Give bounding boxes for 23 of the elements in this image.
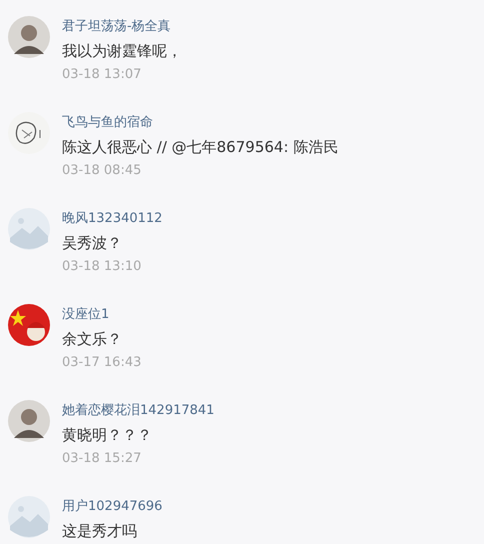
comment-text: 余文乐？ — [62, 329, 122, 350]
comment-time: 03-17 16:43 — [62, 354, 142, 372]
comment-time: 03-18 13:10 — [62, 258, 142, 276]
landscape-avatar-icon — [8, 208, 50, 250]
flag-avatar-icon — [8, 304, 50, 346]
sketch-avatar-icon — [8, 112, 50, 154]
user-name-link[interactable]: 君子坦荡荡-杨全真 — [62, 17, 171, 37]
comment-time: 03-18 15:27 — [62, 450, 142, 468]
comment-time: 03-18 13:07 — [62, 66, 142, 84]
comment-text: 这是秀才吗 — [62, 521, 137, 542]
comment-text: 我以为谢霆锋呢， — [62, 41, 182, 62]
comment-time: 03-18 08:45 — [62, 162, 142, 180]
comment-text: 吴秀波？ — [62, 233, 122, 254]
user-name-link[interactable]: 她着恋樱花泪142917841 — [62, 401, 214, 421]
user-name-link[interactable]: 没座位1 — [62, 305, 110, 325]
landscape-avatar-icon — [8, 496, 50, 538]
comment-text: 黄晓明？？？ — [62, 425, 152, 446]
user-name-link[interactable]: 晚风132340112 — [62, 209, 162, 229]
user-name-link[interactable]: 用户102947696 — [62, 497, 162, 517]
user-name-link[interactable]: 飞鸟与鱼的宿命 — [62, 113, 153, 133]
comment-text: 陈这人很恶心 // @七年8679564: 陈浩民 — [62, 137, 338, 158]
avatar-icon — [8, 400, 50, 442]
avatar-icon — [8, 16, 50, 58]
